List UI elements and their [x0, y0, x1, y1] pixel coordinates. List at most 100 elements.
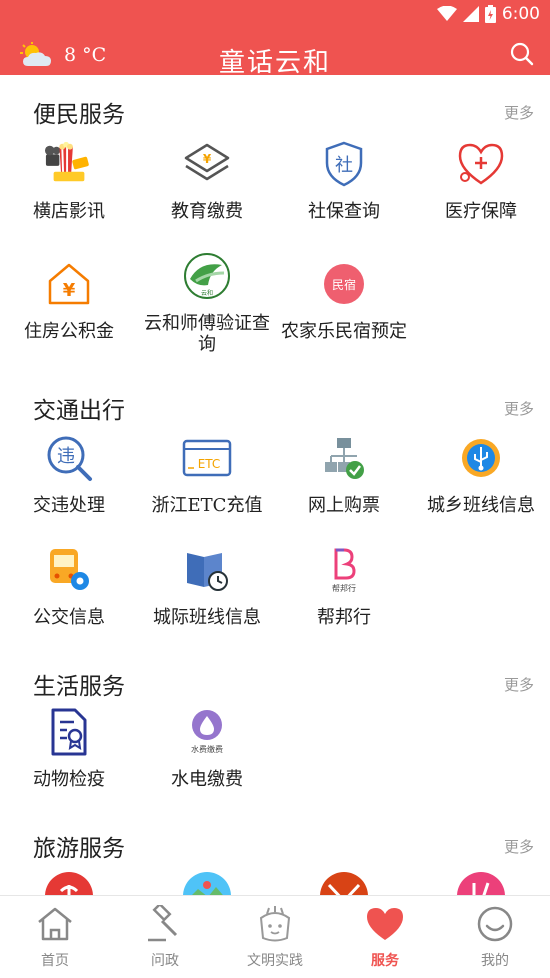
service-label: 公交信息 [33, 607, 105, 628]
bangbangxing-icon: 帮邦行 [319, 545, 369, 595]
app-header-bar: 6:00 8 °C 童话云和 [0, 0, 550, 78]
service-label: 城际班线信息 [153, 607, 261, 628]
nav-label: 首页 [41, 953, 69, 969]
education-fee-icon: ¥ [182, 139, 232, 189]
signal-icon [462, 6, 479, 22]
heart-icon [367, 908, 403, 940]
social-security-icon: 社 [319, 139, 369, 189]
search-icon[interactable] [510, 42, 534, 66]
service-item-homestay[interactable]: 民宿 农家乐民宿预定 [275, 259, 413, 342]
svg-text:社: 社 [335, 155, 353, 176]
nav-label: 服务 [371, 953, 399, 969]
intercity-book-icon [182, 545, 232, 595]
service-label: 帮邦行 [317, 607, 371, 628]
scenery-icon [182, 871, 232, 895]
service-item-bus[interactable]: 公交信息 [0, 545, 138, 628]
service-item-route-info[interactable]: 城乡班线信息 [412, 433, 550, 516]
service-item-animal-quarantine[interactable]: 动物检疫 [0, 707, 138, 790]
utility-badge-text: 水费缴费 [191, 744, 223, 754]
homestay-badge-text: 民宿 [332, 277, 356, 292]
service-item-food[interactable] [412, 871, 550, 895]
section-header: 交通出行 更多 [0, 385, 550, 425]
services-content[interactable]: 便民服务 更多 横店影讯 ¥ 教育缴费 社 社保查询 医疗保障 ¥ 住房公积金 … [0, 75, 550, 895]
food-icon [456, 871, 506, 895]
service-item-traffic-violation[interactable]: 违 交违处理 [0, 433, 138, 516]
svg-text:¥: ¥ [63, 280, 76, 301]
service-item-etc[interactable]: ETC 浙江ETC充值 [138, 433, 276, 516]
bus-icon [44, 545, 94, 595]
more-link[interactable]: 更多 [504, 674, 534, 695]
traffic-violation-icon: 违 [44, 433, 94, 483]
service-label: 网上购票 [308, 495, 380, 516]
service-label: 横店影讯 [33, 201, 105, 222]
service-item-intercity[interactable]: 城际班线信息 [138, 545, 276, 628]
more-link[interactable]: 更多 [504, 836, 534, 857]
more-link[interactable]: 更多 [504, 398, 534, 419]
nav-profile[interactable]: 我的 [440, 896, 550, 978]
service-item-medical[interactable]: 医疗保障 [412, 139, 550, 222]
status-bar: 6:00 [0, 0, 550, 30]
cinema-icon [44, 139, 94, 189]
etc-card-icon: ETC [182, 433, 232, 483]
service-label: 农家乐民宿预定 [281, 321, 407, 342]
svg-text:¥: ¥ [203, 152, 212, 166]
service-item-education[interactable]: ¥ 教育缴费 [138, 139, 276, 222]
gavel-icon [148, 905, 178, 942]
beach-icon [44, 871, 94, 895]
service-item-hengdian[interactable]: 横店影讯 [0, 139, 138, 222]
service-label: 云和师傅验证查询 [144, 313, 270, 355]
service-item-housing-fund[interactable]: ¥ 住房公积金 [0, 259, 138, 342]
service-item-tourism-logo[interactable] [275, 871, 413, 895]
service-label: 浙江ETC充值 [151, 495, 263, 516]
wifi-icon [436, 6, 457, 21]
service-label: 住房公积金 [24, 321, 114, 342]
bangbangxing-badge-text: 帮邦行 [332, 583, 356, 593]
section-header: 生活服务 更多 [0, 661, 550, 701]
service-item-utility[interactable]: 水费缴费 水电缴费 [138, 707, 276, 790]
service-label: 城乡班线信息 [427, 495, 535, 516]
section-header: 便民服务 更多 [0, 89, 550, 129]
status-time: 6:00 [501, 4, 540, 24]
service-item-bangbangxing[interactable]: 帮邦行 帮邦行 [275, 545, 413, 628]
nav-label: 文明实践 [247, 953, 303, 969]
service-item-scenery[interactable] [138, 871, 276, 895]
service-label: 交违处理 [33, 495, 105, 516]
nav-home[interactable]: 首页 [0, 896, 110, 978]
svg-text:违: 违 [57, 446, 75, 467]
service-item-social-security[interactable]: 社 社保查询 [275, 139, 413, 222]
ticket-network-icon [319, 433, 369, 483]
section-title: 旅游服务 [33, 836, 125, 862]
service-item-beach[interactable] [0, 871, 138, 895]
usb-route-icon [456, 433, 506, 483]
home-icon [38, 907, 72, 941]
section-transport: 交通出行 更多 违 交违处理 ETC 浙江ETC充值 网上购票 城乡班线信息 公… [0, 385, 550, 655]
utility-fee-icon: 水费缴费 [182, 707, 232, 757]
status-icons: 6:00 [436, 4, 540, 24]
etc-badge-text: ETC [198, 457, 221, 471]
bottom-navigation: 首页 问政 文明实践 服务 我的 [0, 895, 550, 978]
service-item-yunhe-master[interactable]: 云和 云和师傅验证查询 [138, 251, 276, 355]
service-item-online-ticket[interactable]: 网上购票 [275, 433, 413, 516]
section-title: 交通出行 [33, 398, 125, 424]
more-link[interactable]: 更多 [504, 102, 534, 123]
service-label: 水电缴费 [171, 769, 243, 790]
svg-text:云和: 云和 [201, 289, 213, 297]
section-header: 旅游服务 更多 [0, 823, 550, 863]
nav-civilization[interactable]: 文明实践 [220, 896, 330, 978]
medical-heart-icon [456, 139, 506, 189]
section-title: 生活服务 [33, 674, 125, 700]
section-tourism: 旅游服务 更多 [0, 823, 550, 895]
section-convenience: 便民服务 更多 横店影讯 ¥ 教育缴费 社 社保查询 医疗保障 ¥ 住房公积金 … [0, 89, 550, 379]
housing-fund-icon: ¥ [44, 259, 94, 309]
animal-quarantine-icon [44, 707, 94, 757]
tourism-logo-icon [319, 871, 369, 895]
nav-inquiry[interactable]: 问政 [110, 896, 220, 978]
app-title: 童话云和 [218, 48, 331, 78]
civilization-icon [259, 906, 291, 942]
nav-services[interactable]: 服务 [330, 896, 440, 978]
battery-icon [484, 5, 496, 23]
section-title: 便民服务 [33, 102, 125, 128]
service-label: 动物检疫 [33, 769, 105, 790]
service-label: 教育缴费 [171, 201, 243, 222]
section-life: 生活服务 更多 动物检疫 水费缴费 水电缴费 [0, 661, 550, 811]
